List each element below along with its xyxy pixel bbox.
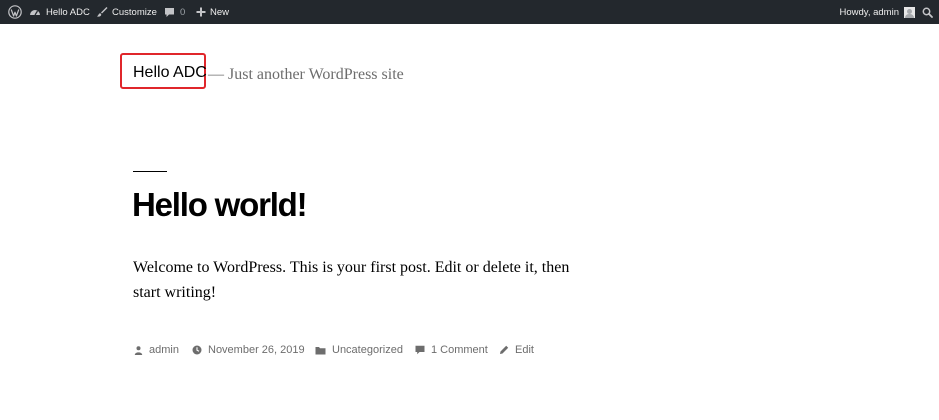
site-name-menu[interactable]: Hello ADC	[29, 0, 90, 24]
customize-link[interactable]: Customize	[96, 0, 157, 24]
wordpress-logo-icon	[8, 5, 22, 19]
date-link[interactable]: November 26, 2019	[208, 344, 305, 356]
comments-link[interactable]: 1 Comment	[431, 344, 488, 356]
comment-bubble-icon	[165, 7, 174, 17]
dashboard-icon	[30, 10, 40, 16]
admin-bar: Hello ADC Customize 0 New Howdy, admin	[0, 0, 939, 24]
new-label: New	[210, 6, 230, 18]
post-date: November 26, 2019	[192, 342, 305, 358]
clock-icon	[192, 345, 202, 355]
plus-icon	[196, 7, 206, 17]
paintbrush-icon	[97, 7, 108, 17]
comment-count: 0	[180, 6, 186, 18]
new-content-menu[interactable]: New	[196, 0, 229, 24]
post-author: admin	[134, 342, 179, 358]
comments-link[interactable]: 0	[164, 0, 185, 24]
search-button[interactable]	[919, 0, 935, 24]
site-title-link[interactable]: Hello ADC	[133, 64, 207, 82]
howdy-text: Howdy, admin	[839, 6, 900, 18]
wordpress-menu[interactable]	[4, 0, 26, 24]
customize-label: Customize	[112, 6, 157, 18]
my-account-menu[interactable]: Howdy, admin	[839, 0, 915, 24]
category-link[interactable]: Uncategorized	[332, 344, 403, 356]
avatar-icon	[904, 6, 915, 18]
site-tagline: — Just another WordPress site	[208, 66, 404, 83]
author-link[interactable]: admin	[149, 344, 179, 356]
post-category: Uncategorized	[315, 342, 403, 358]
post-comments: 1 Comment	[415, 342, 488, 358]
site-name-label: Hello ADC	[46, 6, 90, 18]
post-title[interactable]: Hello world!	[132, 186, 308, 224]
post-edit: Edit	[499, 342, 534, 358]
folder-icon	[315, 346, 326, 354]
search-icon	[922, 7, 933, 18]
comment-bubble-icon	[415, 345, 425, 355]
edit-link[interactable]: Edit	[515, 344, 534, 356]
title-divider	[133, 171, 167, 172]
post-content: Welcome to WordPress. This is your first…	[133, 259, 570, 301]
person-icon	[134, 345, 143, 355]
pencil-icon	[500, 345, 509, 354]
